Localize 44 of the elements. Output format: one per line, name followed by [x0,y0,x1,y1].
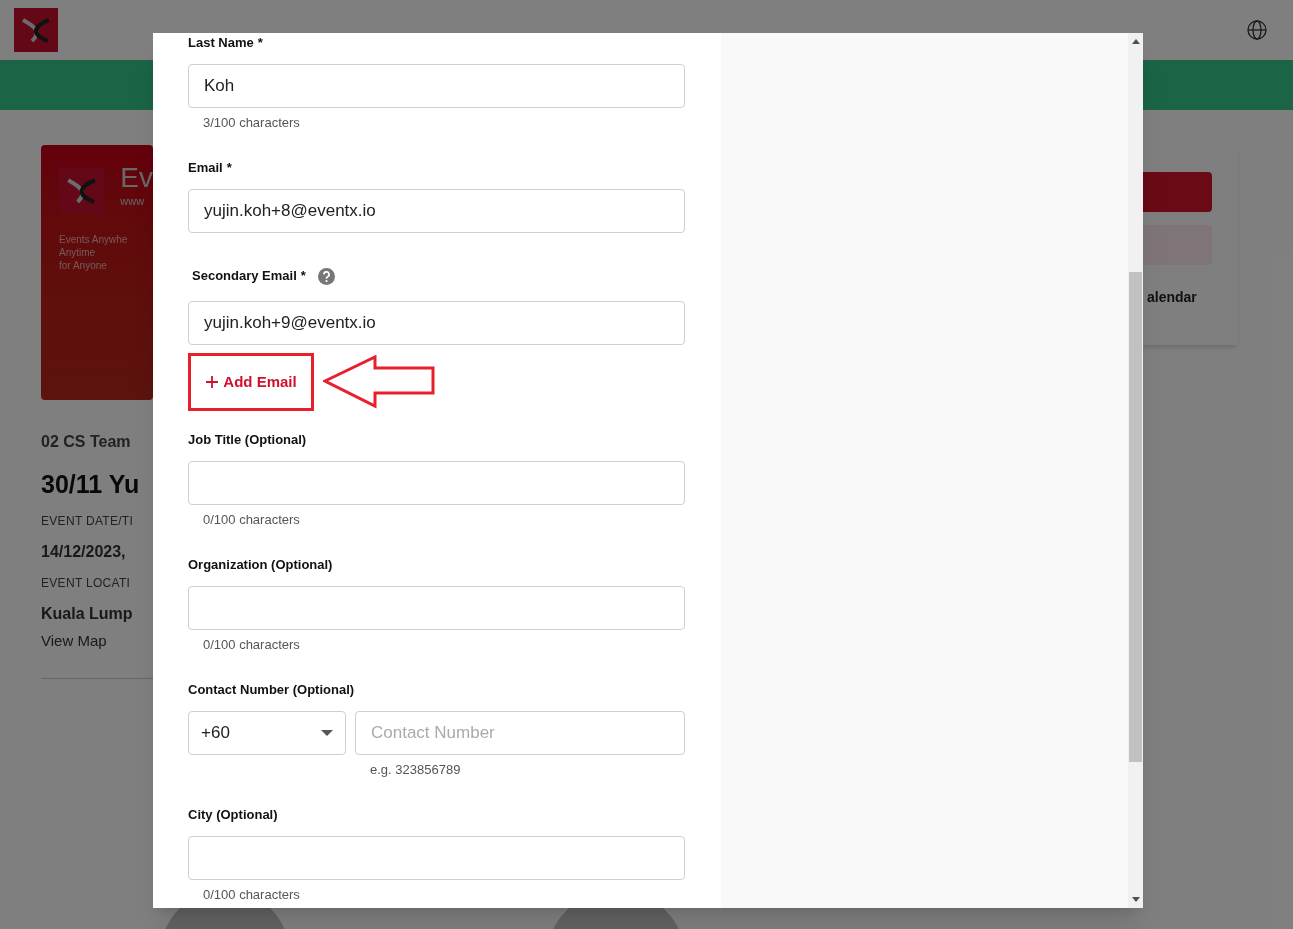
tagline-text: Events Anywhe [59,233,129,246]
plus-icon [205,375,220,389]
field-label: Contact Number (Optional) [188,681,355,700]
field-label: Email * [188,159,232,178]
text-field[interactable]: yujin.koh+9@eventx.io [188,301,685,345]
text-field[interactable] [188,586,685,630]
caret-icon [321,730,333,736]
globe-icon[interactable] [1247,20,1267,40]
character-count: 0/100 characters [203,887,301,903]
field-label: Secondary Email * [192,267,306,286]
help-icon[interactable] [317,267,335,285]
scroll-up-icon[interactable] [1131,39,1140,44]
arrow-icon [323,355,436,409]
field-label: Last Name * [188,34,263,53]
event-title: 30/11 Yu [41,469,141,500]
date-label: EVENT DATE/TI [41,512,135,530]
logo-icon [14,8,58,52]
text-field[interactable]: yujin.koh+8@eventx.io [188,189,685,233]
url-text: www [120,194,146,209]
event-date: 14/12/2023, [41,541,127,562]
scrollbar-thumb[interactable] [1129,272,1142,762]
character-count: 0/100 characters [203,512,301,528]
tagline-text: for Anyone [59,259,108,272]
character-count: 3/100 characters [203,115,301,131]
calendar-text: alendar [1146,288,1198,307]
add-email-button[interactable]: Add Email [205,370,297,394]
text-field[interactable] [188,461,685,505]
event-location: Kuala Lump [41,603,134,624]
view-map-link[interactable]: View Map [41,629,153,652]
text-field[interactable]: Koh [188,64,685,108]
text-field[interactable] [188,836,685,880]
field-label: Job Title (Optional) [188,431,307,450]
country-code-select[interactable]: +60 [188,711,346,755]
scrollbar[interactable] [1128,33,1143,908]
field-label: City (Optional) [188,806,278,825]
field-label: Organization (Optional) [188,556,333,575]
tagline-text: Anytime [59,246,97,259]
character-count: 0/100 characters [203,637,301,653]
location-label: EVENT LOCATI [41,574,132,592]
scroll-down-icon[interactable] [1131,897,1140,902]
organizer-text: 02 CS Team [41,432,132,452]
contact-number-field[interactable]: Contact Number [355,711,685,755]
hint-text: e.g. 323856789 [370,762,462,778]
brand-text: Ev [120,163,153,193]
